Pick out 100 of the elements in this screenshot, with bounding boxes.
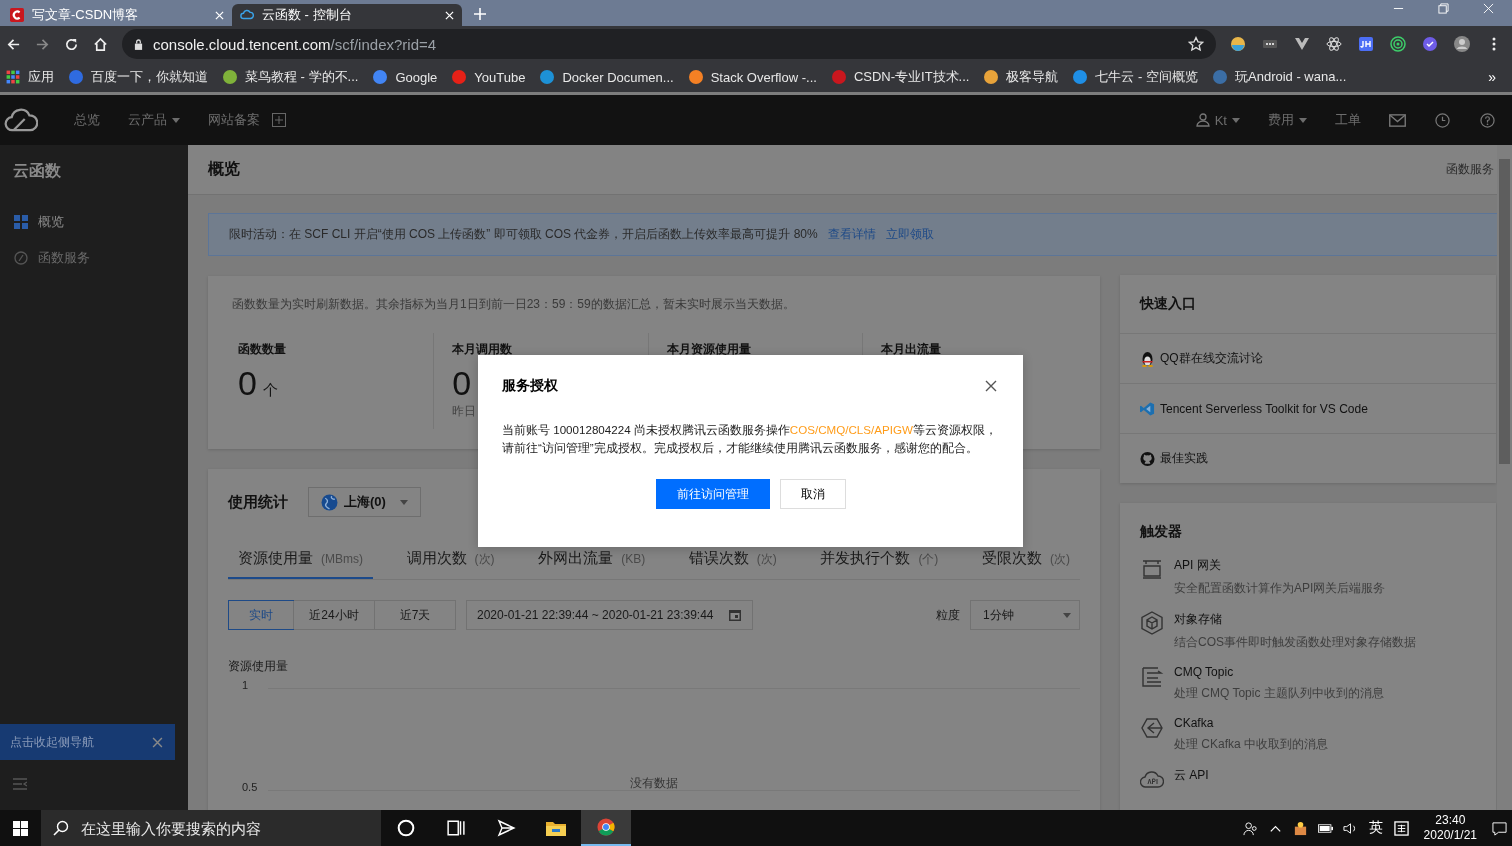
sidebar-item[interactable]: 函数服务 [0,240,188,276]
page-title: 概览 [208,159,240,179]
cloud-logo-icon[interactable] [4,107,38,133]
mail-icon[interactable] [1389,112,1406,128]
bookmark[interactable]: Stack Overflow -... [688,69,817,85]
date-range-field[interactable]: 2020-01-21 22:39:44 ~ 2020-01-21 23:39:44 [466,600,753,630]
account-menu[interactable]: Kt [1195,112,1240,128]
quick-link[interactable]: QQ群在线交流讨论 [1120,334,1496,384]
card-title: 触发器 [1139,522,1183,541]
app-tray-icon[interactable] [1292,820,1308,836]
primary-button[interactable]: 前往访问管理 [655,479,770,509]
metric-tab[interactable]: 受限次数 (次) [971,543,1080,579]
url-text: console.cloud.tencent.com/scf/index?rid=4 [153,35,438,53]
extension-icon[interactable] [1358,36,1374,52]
range-button[interactable]: 近7天 [374,601,455,629]
penguin-icon [1140,350,1155,367]
caret-icon [172,117,180,123]
windows-start-icon[interactable] [13,820,28,836]
bookmark[interactable]: Docker Documen... [540,69,674,85]
more-bookmarks-button[interactable]: » [1488,69,1506,85]
sidebar-item[interactable]: 概览 [0,204,188,240]
trigger-description: 结合COS事件即时触发函数处理对象存储数据 [1174,634,1416,651]
quick-link[interactable]: 最佳实践 [1120,434,1496,483]
speaker-icon[interactable] [1342,820,1358,836]
dialog-message: 当前账号 100012804224 尚未授权腾讯云函数服务操作COS/CMQ/CLS/APIGW等云资源权限，请前往“访问管理”完成授权。完成授权后，才能继续使用腾讯云函数服务，感谢您的配合。 [502,422,998,456]
reload-icon[interactable] [64,36,79,52]
trigger-description: 处理 CKafka 中收取到的消息 [1174,736,1329,753]
browser-tab[interactable]: 云函数 - 控制台 [232,4,462,26]
notification-icon[interactable] [1492,820,1507,836]
hexagon-icon [1140,716,1164,740]
cube-icon [1140,611,1164,635]
home-icon[interactable] [93,36,108,52]
add-icon[interactable] [272,113,286,127]
help-icon[interactable] [1479,112,1496,128]
metric-caption: 昨日 [452,403,477,420]
metric-tab[interactable]: 外网出流量 (KB) [528,543,656,579]
empty-chart-text: 没有数据 [630,775,678,792]
check-circle-icon[interactable] [1422,36,1438,52]
nav-link[interactable]: 工单 [1335,111,1361,129]
granularity-label: 粒度 [936,606,960,624]
caret-icon [1232,117,1240,123]
nav-link[interactable]: 云产品 [128,111,180,129]
restore-icon[interactable] [1438,2,1449,14]
cloud-icon [240,8,254,22]
chart-title: 资源使用量 [228,658,289,675]
metric-tab[interactable]: 错误次数 (次) [678,543,787,579]
taskbar-search-field[interactable]: 在这里输入你要搜索的内容 [41,810,381,846]
quick-link[interactable]: Tencent Serverless Toolkit for VS Code [1120,384,1496,434]
send-icon[interactable] [496,819,516,837]
notice-text: 限时活动：在 SCF CLI 开启“使用 COS 上传函数” 即可领取 COS 代金券，开启后函数上传效率最高可提升 80% [229,226,818,243]
region-select[interactable]: 上海(0) [308,487,421,517]
metric-tab[interactable]: 资源使用量 (MBms) [228,543,373,579]
target-icon[interactable] [1390,36,1406,52]
atom-icon[interactable] [1326,36,1342,52]
metric-label: 函数数量 [238,341,287,358]
close-icon[interactable] [985,380,997,392]
range-button[interactable]: 实时 [229,601,293,629]
globe-icon [321,493,338,511]
grid-icon [14,215,28,229]
vue-logo-icon[interactable] [1294,36,1310,52]
bookmark[interactable]: 百度一下，你就知道 [69,68,208,86]
input-method-indicator[interactable]: 英 [1368,819,1383,837]
range-button[interactable]: 近24小时 [293,601,374,629]
browser-tab[interactable]: 写文章-CSDN博客 [2,4,232,26]
nav-link[interactable]: 总览 [74,111,100,129]
dialog-title: 服务授权 [502,377,558,395]
star-icon[interactable] [1188,36,1204,52]
header-link[interactable]: 函数服务 [1446,161,1494,178]
metric-tab[interactable]: 调用次数 (次) [396,543,505,579]
card-title: 快速入口 [1120,275,1496,334]
keyboard-icon[interactable] [1393,820,1409,836]
metric-tab[interactable]: 并发执行个数 (个) [810,543,949,579]
nav-link[interactable]: 网站备案 [208,111,260,129]
folder-icon[interactable] [546,819,566,837]
granularity-select[interactable]: 1分钟 [970,600,1080,630]
apps-bookmark[interactable]: 应用 [6,68,54,86]
avatar-icon[interactable] [1454,36,1470,52]
bookmark[interactable]: CSDN-专业IT技术... [831,68,970,86]
task-view-icon[interactable] [446,819,466,837]
extension-icon[interactable] [1230,36,1246,52]
bookmark[interactable]: 七牛云 - 空间概览 [1073,68,1198,86]
chrome-icon[interactable] [596,818,616,836]
address-bar[interactable]: console.cloud.tencent.com/scf/index?rid=4 [122,29,1216,59]
clock-icon[interactable] [1434,112,1451,128]
bookmark[interactable]: YouTube [452,69,526,85]
bookmark[interactable]: Google [373,69,438,85]
lock-icon [134,38,143,50]
taskbar-clock[interactable]: 23:40 2020/1/21 [1423,813,1477,843]
calendar-icon [727,608,742,622]
nav-link[interactable]: 费用 [1268,111,1307,129]
bookmark[interactable]: 极客导航 [984,68,1059,86]
cortana-icon[interactable] [396,819,416,837]
new-tab-icon[interactable] [474,8,486,20]
bookmark[interactable]: 菜鸟教程 - 学的不... [223,68,359,86]
people-icon[interactable] [1242,820,1258,836]
cancel-button[interactable]: 取消 [779,479,846,509]
github-icon [1140,450,1155,467]
clock-date: 2020/1/21 [1423,828,1477,843]
bookmark[interactable]: 玩Android - wana... [1213,68,1347,86]
metric-value: 0 [452,364,472,403]
